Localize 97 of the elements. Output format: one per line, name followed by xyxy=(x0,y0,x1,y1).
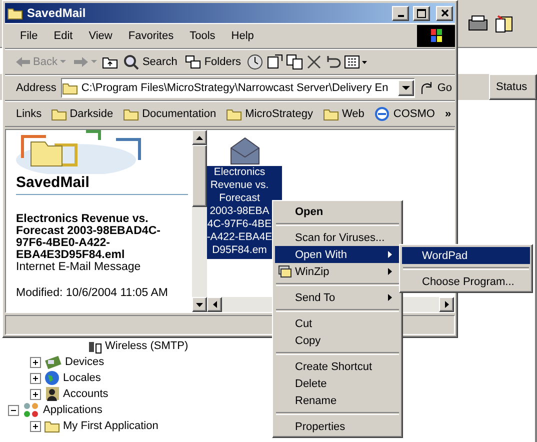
search-icon xyxy=(123,54,140,70)
menu-item[interactable]: Create Shortcut xyxy=(275,358,400,375)
menu-item[interactable]: Properties xyxy=(275,418,400,435)
expand-toggle[interactable] xyxy=(30,388,41,400)
menu-bar-item[interactable]: Help xyxy=(224,28,261,44)
folder-icon xyxy=(226,107,242,121)
delete-icon[interactable] xyxy=(306,54,322,70)
tree-item-label[interactable]: My First Application xyxy=(63,420,158,432)
submenu-arrow-icon xyxy=(388,294,392,301)
up-arrow-icon xyxy=(196,136,203,140)
menu-item[interactable]: Copy xyxy=(275,332,400,349)
history-icon[interactable] xyxy=(246,53,264,71)
windows-logo xyxy=(417,25,455,47)
menu-item[interactable]: Open With xyxy=(275,246,400,263)
back-arrow-icon xyxy=(16,57,30,67)
link-button[interactable]: MicroStrategy xyxy=(222,105,317,123)
menu-item[interactable]: Delete xyxy=(275,375,400,392)
submenu-arrow-icon xyxy=(388,251,392,258)
expand-toggle[interactable] xyxy=(30,420,41,432)
right-arrow-icon xyxy=(444,301,448,308)
submenu-arrow-icon xyxy=(388,268,392,275)
tree-item-label[interactable]: Accounts xyxy=(63,388,108,400)
file-label[interactable]: Electronics Revenue vs. Forecast 2003-98EBA 4C-97F6-4BE -A422-EBA4E D95F84.em xyxy=(207,166,282,259)
link-button[interactable]: COSMO xyxy=(370,104,439,124)
device-icon xyxy=(44,354,62,370)
more-links-button[interactable]: » xyxy=(440,106,456,122)
folder-icon xyxy=(322,107,339,121)
folder-icon xyxy=(7,6,23,20)
link-button[interactable]: Documentation xyxy=(119,105,220,123)
dropdown-button[interactable] xyxy=(398,80,414,96)
envelope-icon xyxy=(228,136,260,166)
forward-arrow-icon xyxy=(74,57,88,67)
folders-icon xyxy=(185,55,202,69)
links-label: Links xyxy=(15,108,43,120)
scroll-down-button[interactable] xyxy=(192,297,207,312)
caret-icon xyxy=(91,60,98,64)
search-button[interactable]: Search xyxy=(120,52,180,72)
go-button[interactable]: Go xyxy=(417,79,455,97)
menu-bar-item[interactable]: Edit xyxy=(46,28,80,44)
scroll-left-button[interactable] xyxy=(207,297,222,312)
web-icon xyxy=(374,106,390,122)
folder-icon xyxy=(123,107,140,121)
left-arrow-icon xyxy=(212,301,216,308)
file-name: Electronics Revenue vs. Forecast 2003-98EBAD4C-97F6-4BE0-A422-EBA4E3D95F84.eml xyxy=(16,213,162,261)
move-to-icon[interactable] xyxy=(266,54,284,70)
menu-item[interactable]: Send To xyxy=(275,289,400,306)
column-header[interactable]: Status xyxy=(489,74,537,100)
person-icon xyxy=(44,386,60,402)
scroll-right-button[interactable] xyxy=(439,297,454,312)
vertical-scrollbar[interactable] xyxy=(192,130,207,312)
maximize-icon xyxy=(417,8,426,18)
menu-item[interactable]: Cut xyxy=(275,315,400,332)
dropdown-arrow-icon xyxy=(402,86,410,90)
tree-item-label[interactable]: Wireless (SMTP) xyxy=(105,340,188,352)
scroll-up-button[interactable] xyxy=(192,130,207,145)
folder-title: SavedMail xyxy=(16,174,188,195)
go-arrow-icon xyxy=(420,81,434,95)
menu-bar-item[interactable]: Tools xyxy=(182,28,222,44)
winzip-icon xyxy=(278,265,292,278)
menu-bar-item[interactable]: File xyxy=(13,28,45,44)
documents-icon[interactable] xyxy=(493,14,515,34)
tree-item-label[interactable]: Applications xyxy=(43,404,102,416)
globe-icon xyxy=(44,370,60,386)
address-field[interactable]: C:\Program Files\MicroStrategy\Narrowcast Server\Delivery En xyxy=(61,78,416,98)
printer-icon[interactable] xyxy=(467,14,489,34)
up-folder-icon[interactable] xyxy=(102,55,118,69)
menu-bar-item[interactable]: View xyxy=(82,28,120,44)
menu-item[interactable]: WordPad xyxy=(402,247,530,264)
minimize-button[interactable] xyxy=(392,6,409,20)
folders-button[interactable]: Folders xyxy=(182,53,244,71)
tree-item-label[interactable]: Devices xyxy=(65,356,104,368)
copy-to-icon[interactable] xyxy=(286,54,304,70)
menu-item[interactable]: WinZip xyxy=(275,263,400,280)
modified-date: Modified: 10/6/2004 11:05 AM xyxy=(16,287,169,299)
link-button[interactable]: Web xyxy=(318,105,368,123)
apps-icon xyxy=(22,402,40,418)
window-title: SavedMail xyxy=(27,6,87,20)
expand-toggle[interactable] xyxy=(30,372,41,384)
menu-bar-item[interactable]: Favorites xyxy=(121,28,181,44)
views-icon[interactable] xyxy=(344,54,368,70)
expand-toggle[interactable] xyxy=(8,404,19,416)
tree-item-label[interactable]: Locales xyxy=(63,372,101,384)
maximize-button[interactable] xyxy=(413,6,430,20)
caret-icon xyxy=(60,60,66,64)
folder-icon xyxy=(44,419,60,433)
menu-item[interactable]: Rename xyxy=(275,392,400,409)
link-button[interactable]: Darkside xyxy=(46,105,118,123)
close-icon xyxy=(440,9,448,17)
scroll-thumb[interactable] xyxy=(192,145,207,207)
folder-icon xyxy=(50,107,67,121)
file-type: Internet E-Mail Message xyxy=(16,261,142,273)
folder-icon xyxy=(62,81,78,95)
address-label: Address xyxy=(15,82,58,94)
menu-item[interactable]: Choose Program... xyxy=(402,273,530,290)
close-button[interactable] xyxy=(436,6,453,20)
down-arrow-icon xyxy=(196,302,203,306)
expand-toggle[interactable] xyxy=(30,356,41,368)
